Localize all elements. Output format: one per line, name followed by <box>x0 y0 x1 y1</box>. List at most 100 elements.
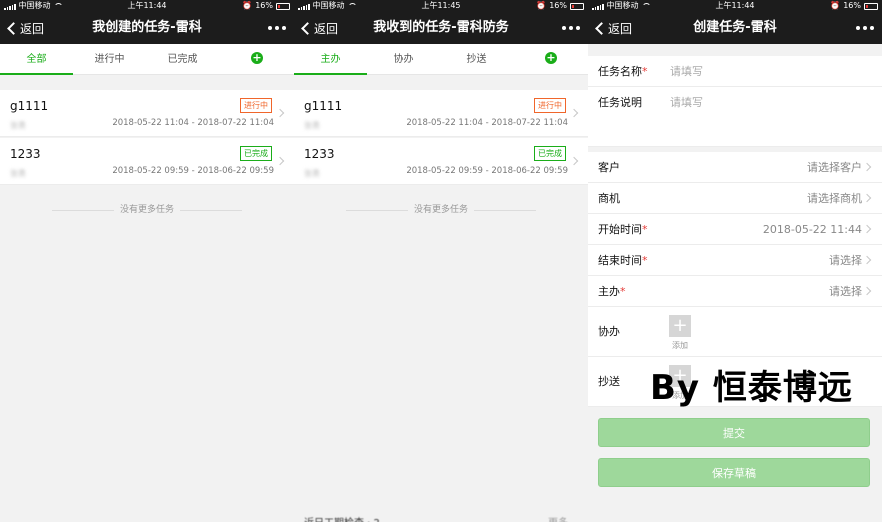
submit-button[interactable]: 提交 <box>598 418 870 447</box>
add-task-icon[interactable]: + <box>545 52 557 64</box>
alarm-icon: ⏰ <box>242 1 253 10</box>
start-time-select[interactable]: 开始时间* 2018-05-22 11:44 <box>588 214 882 245</box>
task-description-field[interactable]: 任务说明 请填写 <box>588 87 882 147</box>
task-name-placeholder: 请填写 <box>670 65 703 78</box>
task-name: 1233 <box>10 147 41 161</box>
tab-all[interactable]: 全部 <box>0 44 73 75</box>
host-label: 主办 <box>598 285 620 298</box>
cc-label: 抄送 <box>598 375 620 388</box>
battery-icon <box>276 2 290 10</box>
watermark-text: By 恒泰博远 <box>650 368 853 408</box>
status-bar: 中国移动 上午11:44 ⏰ 16% <box>588 0 882 12</box>
task-card[interactable]: 1233 张勇 已完成 2018-05-22 09:59 - 2018-06-2… <box>0 138 294 185</box>
task-dates: 2018-05-22 09:59 - 2018-06-22 09:59 <box>112 166 274 176</box>
tab-assist[interactable]: 协办 <box>367 44 440 75</box>
opportunity-label: 商机 <box>598 192 620 205</box>
received-tasks-screen: 中国移动 上午11:45 ⏰ 16% 返回 我收到的任务-雷科防务 主办 协办 … <box>294 0 588 522</box>
more-menu-icon[interactable] <box>856 12 874 44</box>
task-card[interactable]: g1111 张勇 进行中 2018-05-22 11:04 - 2018-07-… <box>294 90 588 137</box>
customer-select[interactable]: 客户 请选择客户 <box>588 152 882 183</box>
required-mark: * <box>642 65 648 78</box>
add-assist-icon[interactable]: + <box>669 315 691 337</box>
task-card[interactable]: g1111 张勇 进行中 2018-05-22 11:04 - 2018-07-… <box>0 90 294 137</box>
task-owner: 张勇 <box>304 169 320 178</box>
chevron-right-icon <box>569 156 579 166</box>
more-menu-icon[interactable] <box>562 12 580 44</box>
more-menu-icon[interactable] <box>268 12 286 44</box>
task-description-placeholder: 请填写 <box>670 96 703 109</box>
task-name: g1111 <box>304 99 343 113</box>
page-title: 我创建的任务-雷科 <box>92 20 202 35</box>
partial-section-label: 近日工期检查 · 2 <box>304 514 380 522</box>
task-dates: 2018-05-22 11:04 - 2018-07-22 11:04 <box>112 118 274 128</box>
create-task-screen: 中国移动 上午11:44 ⏰ 16% 返回 创建任务-雷科 任务名称* 请填写 … <box>588 0 882 522</box>
required-mark: * <box>642 223 648 236</box>
required-mark: * <box>620 285 626 298</box>
task-name-field[interactable]: 任务名称* 请填写 <box>588 56 882 87</box>
end-time-label: 结束时间 <box>598 254 642 267</box>
opportunity-select[interactable]: 商机 请选择商机 <box>588 183 882 214</box>
alarm-icon: ⏰ <box>536 1 547 10</box>
status-badge: 已完成 <box>534 146 566 161</box>
task-name: g1111 <box>10 99 49 113</box>
status-badge: 进行中 <box>534 98 566 113</box>
battery-icon <box>864 2 878 10</box>
my-created-tasks-screen: 中国移动 上午11:44 ⏰ 16% 返回 我创建的任务-雷科 全部 进行中 已… <box>0 0 294 522</box>
battery-percent: 16% <box>549 1 567 10</box>
host-select[interactable]: 主办* 请选择 <box>588 276 882 307</box>
nav-bar: 返回 我收到的任务-雷科防务 <box>294 12 588 44</box>
start-time-label: 开始时间 <box>598 223 642 236</box>
chevron-right-icon <box>862 286 872 296</box>
task-description-label: 任务说明 <box>598 96 642 109</box>
add-assist-label: 添加 <box>672 341 688 350</box>
battery-percent: 16% <box>843 1 861 10</box>
task-owner: 张勇 <box>10 169 26 178</box>
battery-icon <box>570 2 584 10</box>
assist-row: 协办 + 添加 <box>588 307 882 357</box>
task-card[interactable]: 1233 张勇 已完成 2018-05-22 09:59 - 2018-06-2… <box>294 138 588 185</box>
assist-label: 协办 <box>598 325 620 338</box>
task-dates: 2018-05-22 09:59 - 2018-06-22 09:59 <box>406 166 568 176</box>
tab-completed[interactable]: 已完成 <box>146 44 219 75</box>
page-title: 我收到的任务-雷科防务 <box>373 20 509 35</box>
end-time-select[interactable]: 结束时间* 请选择 <box>588 245 882 276</box>
customer-label: 客户 <box>598 161 620 174</box>
nav-bar: 返回 我创建的任务-雷科 <box>0 12 294 44</box>
status-badge: 进行中 <box>240 98 272 113</box>
chevron-right-icon <box>275 156 285 166</box>
status-badge: 已完成 <box>240 146 272 161</box>
task-owner: 张勇 <box>304 121 320 130</box>
customer-value: 请选择客户 <box>807 161 862 174</box>
start-time-value: 2018-05-22 11:44 <box>762 223 862 236</box>
page-title: 创建任务-雷科 <box>693 20 777 35</box>
host-value: 请选择 <box>829 285 862 298</box>
chevron-right-icon <box>862 193 872 203</box>
required-mark: * <box>642 254 648 267</box>
tab-bar: 主办 协办 抄送 + <box>294 44 588 75</box>
opportunity-value: 请选择商机 <box>807 192 862 205</box>
chevron-right-icon <box>275 108 285 118</box>
task-owner: 张勇 <box>10 121 26 130</box>
battery-percent: 16% <box>255 1 273 10</box>
chevron-right-icon <box>862 255 872 265</box>
task-dates: 2018-05-22 11:04 - 2018-07-22 11:04 <box>406 118 568 128</box>
task-name: 1233 <box>304 147 335 161</box>
save-draft-button[interactable]: 保存草稿 <box>598 458 870 487</box>
alarm-icon: ⏰ <box>830 1 841 10</box>
status-bar: 中国移动 上午11:44 ⏰ 16% <box>0 0 294 12</box>
chevron-right-icon <box>569 108 579 118</box>
partial-more-link[interactable]: 更多 <box>548 514 568 522</box>
add-task-icon[interactable]: + <box>251 52 263 64</box>
no-more-tasks: 没有更多任务 <box>294 204 588 216</box>
task-name-label: 任务名称 <box>598 65 642 78</box>
status-bar: 中国移动 上午11:45 ⏰ 16% <box>294 0 588 12</box>
tab-cc[interactable]: 抄送 <box>440 44 513 75</box>
tab-bar: 全部 进行中 已完成 + <box>0 44 294 75</box>
tab-in-progress[interactable]: 进行中 <box>73 44 146 75</box>
chevron-right-icon <box>862 224 872 234</box>
end-time-value: 请选择 <box>829 254 862 267</box>
chevron-right-icon <box>862 162 872 172</box>
no-more-tasks: 没有更多任务 <box>0 204 294 216</box>
nav-bar: 返回 创建任务-雷科 <box>588 12 882 44</box>
tab-host[interactable]: 主办 <box>294 44 367 75</box>
